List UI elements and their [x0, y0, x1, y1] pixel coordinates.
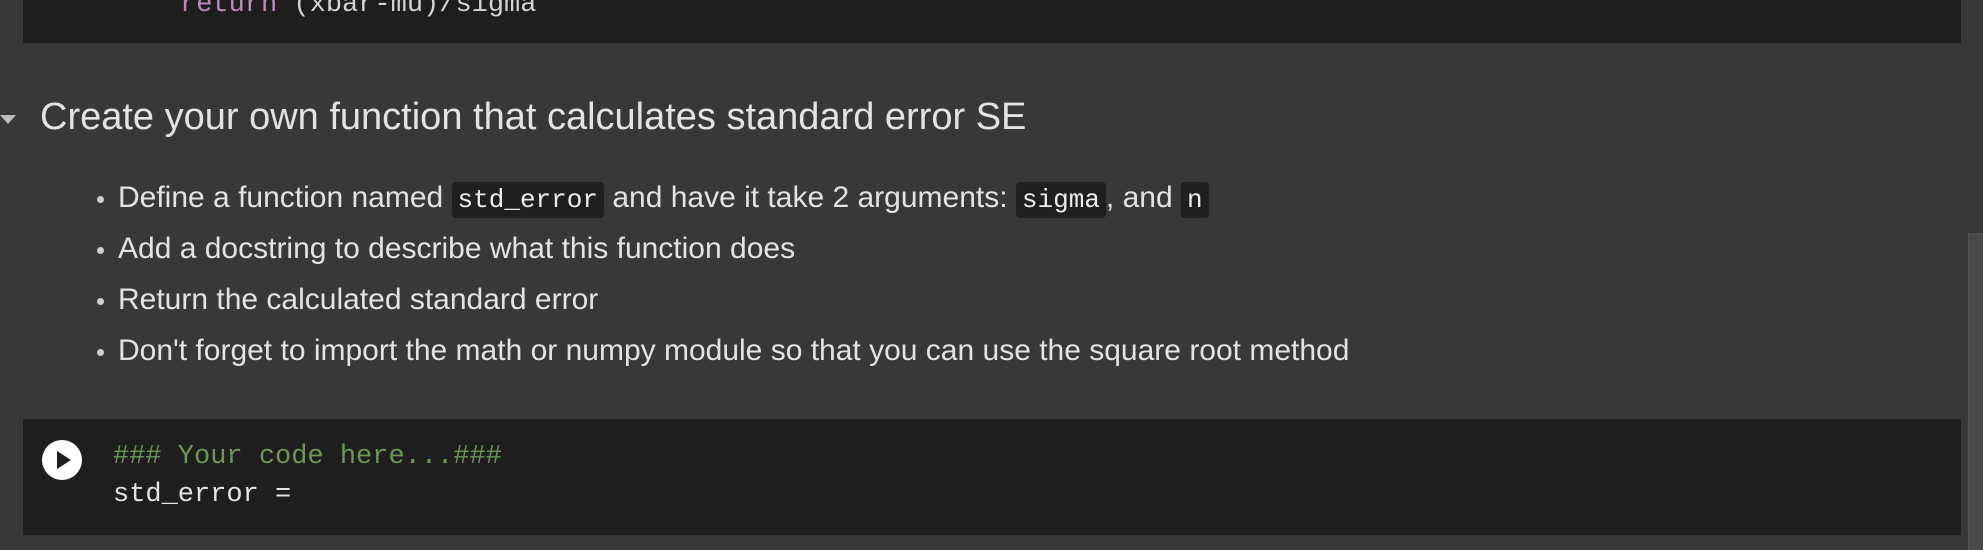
- previous-code-cell[interactable]: return (xbar-mu)/sigma: [23, 0, 1961, 43]
- scrollbar[interactable]: [1968, 233, 1983, 550]
- code-expression: (xbar-mu)/sigma: [277, 0, 537, 20]
- list-item: Don't forget to import the math or numpy…: [118, 325, 1349, 376]
- code-line[interactable]: std_error =: [113, 480, 291, 510]
- section-heading: Create your own function that calculates…: [40, 95, 1027, 138]
- text: Define a function named: [118, 181, 452, 214]
- inline-code: std_error: [451, 182, 604, 218]
- list-item: Return the calculated standard error: [118, 274, 1349, 325]
- code-line: return (xbar-mu)/sigma: [180, 0, 536, 20]
- code-cell[interactable]: ### Your code here...### std_error =: [23, 419, 1961, 535]
- run-cell-button[interactable]: [42, 440, 82, 480]
- inline-code: n: [1180, 182, 1209, 218]
- text: and have it take 2 arguments:: [603, 181, 1016, 214]
- caret-down-icon[interactable]: [0, 114, 16, 124]
- play-icon: [57, 451, 71, 469]
- section-heading-row: Create your own function that calculates…: [0, 92, 1026, 142]
- text: , and: [1105, 181, 1181, 214]
- code-keyword: return: [180, 0, 278, 20]
- inline-code: sigma: [1015, 182, 1106, 218]
- list-item: Define a function named std_error and ha…: [118, 172, 1349, 223]
- list-item: Add a docstring to describe what this fu…: [118, 223, 1349, 274]
- code-comment[interactable]: ### Your code here...###: [113, 442, 502, 472]
- instruction-list: Define a function named std_error and ha…: [90, 172, 1349, 376]
